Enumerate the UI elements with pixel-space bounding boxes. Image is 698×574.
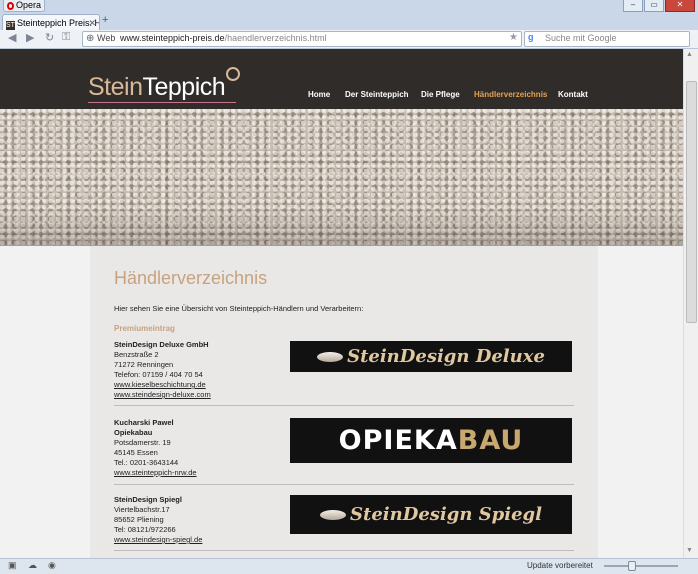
banner-text: SteinDesign Deluxe xyxy=(347,346,545,367)
nav-kontakt[interactable]: Kontakt xyxy=(558,90,588,99)
nav-die-pflege[interactable]: Die Pflege xyxy=(421,90,460,99)
logo-ring-icon xyxy=(226,67,241,81)
url-path: /haendlerverzeichnis.html xyxy=(224,33,327,43)
opera-menu-button[interactable]: Opera xyxy=(3,0,45,12)
minimize-icon[interactable]: – xyxy=(623,0,643,12)
speed-dial-icon[interactable]: ◉ xyxy=(48,560,56,571)
favicon-icon: ST xyxy=(6,21,15,30)
nav-haendlerverzeichnis[interactable]: Händlerverzeichnis xyxy=(474,90,547,99)
pebble-icon xyxy=(320,509,347,520)
logo-underline xyxy=(88,102,236,103)
reload-icon[interactable]: ↻ xyxy=(45,31,54,44)
dealer-link[interactable]: www.kieselbeschichtung.de xyxy=(114,380,574,390)
vertical-scrollbar[interactable]: ▲ ▼ xyxy=(683,49,698,558)
pebble-icon xyxy=(317,351,344,362)
content-area: Händlerverzeichnis Hier sehen Sie eine Ü… xyxy=(90,246,598,558)
opera-menu-label: Opera xyxy=(16,0,42,10)
nav-home[interactable]: Home xyxy=(308,90,330,99)
url-text[interactable]: www.steinteppich-preis.de/haendlerverzei… xyxy=(120,33,327,43)
search-input[interactable]: g Suche mit Google xyxy=(524,31,690,47)
site-logo[interactable]: SteinTeppich xyxy=(88,67,241,102)
dealer-logo-steindesign-deluxe[interactable]: SteinDesign Deluxe xyxy=(290,341,572,372)
logo-part-teppich: Teppich xyxy=(142,73,226,101)
status-bar: ▣ ☁ ◉ Update vorbereitet xyxy=(0,558,698,574)
page-viewport: SteinTeppich Home Der Steinteppich Die P… xyxy=(0,49,684,558)
address-bar[interactable]: ⊕ Web www.steinteppich-preis.de/haendler… xyxy=(82,31,522,47)
dealer-logo-opiekabau[interactable]: OPIEKABAU xyxy=(290,418,572,463)
cloud-icon[interactable]: ☁ xyxy=(28,560,37,571)
new-tab-icon[interactable]: + xyxy=(102,14,108,26)
banner-text-opieka: OPIEKA xyxy=(338,425,458,456)
key-icon[interactable]: ⚿ xyxy=(62,31,70,44)
tab-steinteppich[interactable]: STSteinteppich Preis: Hän... ✕ xyxy=(2,14,100,31)
header-stone-image xyxy=(0,109,684,246)
banner-text-bau: BAU xyxy=(457,425,524,456)
dealer-link[interactable]: www.steindesign-deluxe.com xyxy=(114,390,574,400)
scrollbar-thumb[interactable] xyxy=(686,81,697,323)
url-domain: www.steinteppich-preis.de xyxy=(120,33,225,43)
scroll-down-icon[interactable]: ▼ xyxy=(686,547,693,554)
logo-part-stein: Stein xyxy=(88,73,143,101)
forward-icon[interactable]: ▶ xyxy=(26,31,34,44)
zoom-slider-knob[interactable] xyxy=(628,561,636,571)
window-controls: – ▭ ✕ xyxy=(623,0,695,12)
scroll-up-icon[interactable]: ▲ xyxy=(686,51,693,58)
back-icon[interactable]: ◀ xyxy=(8,31,16,44)
navigation-bar: ◀ ▶ ↻ ⚿ ⊕ Web www.steinteppich-preis.de/… xyxy=(0,30,698,49)
address-mode-label: Web xyxy=(97,33,116,43)
globe-icon: ⊕ xyxy=(86,33,95,44)
dealer-link[interactable]: www.steindesign-spiegl.de xyxy=(114,535,574,545)
opera-logo-icon xyxy=(7,2,14,10)
divider xyxy=(114,550,574,551)
status-update-text: Update vorbereitet xyxy=(527,561,593,570)
premium-label: Premiumeintrag xyxy=(114,324,175,333)
tab-close-icon[interactable]: ✕ xyxy=(88,15,96,31)
bookmark-star-icon[interactable]: ★ xyxy=(509,32,518,43)
dealer-logo-steindesign-spiegl[interactable]: SteinDesign Spiegl xyxy=(290,495,572,534)
banner-text: SteinDesign Spiegl xyxy=(350,504,542,525)
google-icon: g xyxy=(528,32,534,42)
intro-text: Hier sehen Sie eine Übersicht von Steint… xyxy=(114,304,364,313)
dealer-link[interactable]: www.steinteppich-nrw.de xyxy=(114,468,574,478)
divider xyxy=(114,405,574,406)
tab-bar: STSteinteppich Preis: Hän... ✕ + xyxy=(0,12,698,31)
page-title: Händlerverzeichnis xyxy=(114,268,268,288)
panel-toggle-icon[interactable]: ▣ xyxy=(8,560,17,571)
search-placeholder: Suche mit Google xyxy=(545,33,617,43)
divider xyxy=(114,484,574,485)
zoom-slider[interactable] xyxy=(604,565,678,567)
maximize-icon[interactable]: ▭ xyxy=(644,0,664,12)
site-header: SteinTeppich Home Der Steinteppich Die P… xyxy=(0,49,684,109)
nav-der-steinteppich[interactable]: Der Steinteppich xyxy=(345,90,409,99)
window-titlebar: Opera – ▭ ✕ xyxy=(0,0,698,12)
close-window-icon[interactable]: ✕ xyxy=(665,0,695,12)
